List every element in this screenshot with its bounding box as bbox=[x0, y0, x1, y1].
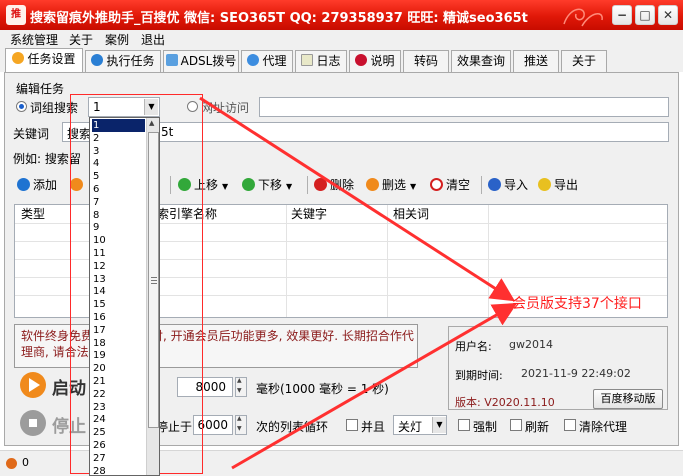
annotation-text: 会员版支持37个接口 bbox=[512, 296, 642, 312]
arrow-to-list bbox=[231, 302, 518, 470]
arrow-to-dropdown bbox=[199, 96, 516, 302]
annotation-arrows bbox=[199, 96, 518, 470]
